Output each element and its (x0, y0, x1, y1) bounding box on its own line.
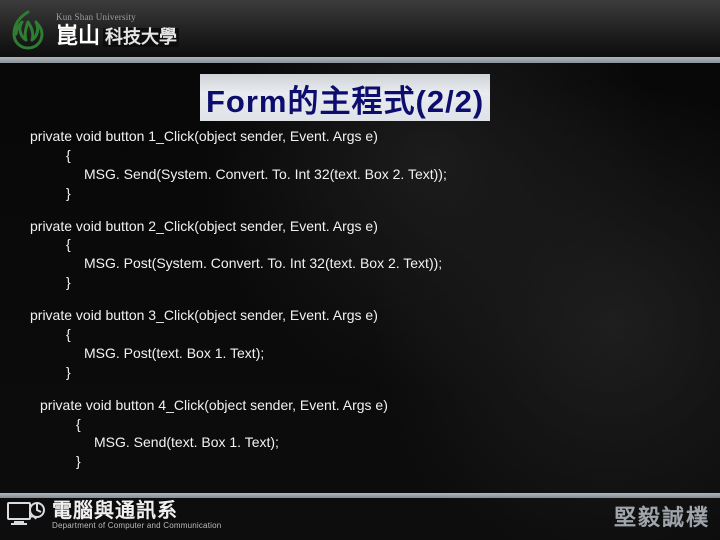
statement: MSG. Send(text. Box 1. Text); (40, 433, 720, 452)
header: Kun Shan University 崑山 科技大學 (0, 0, 720, 62)
method-signature: private void button 4_Click(object sende… (40, 396, 720, 415)
code-block-3: private void button 3_Click(object sende… (30, 306, 720, 382)
statement: MSG. Send(System. Convert. To. Int 32(te… (30, 165, 720, 184)
motto: 堅毅誠樸 (614, 500, 710, 532)
brace-close: } (30, 273, 720, 292)
code-area: private void button 1_Click(object sende… (0, 127, 720, 471)
university-name-en: Kun Shan University (56, 13, 179, 22)
statement: MSG. Post(System. Convert. To. Int 32(te… (30, 254, 720, 273)
department-name-en: Department of Computer and Communication (52, 522, 221, 530)
code-block-4: private void button 4_Click(object sende… (30, 396, 720, 472)
brace-open: { (30, 235, 720, 254)
brace-open: { (40, 415, 720, 434)
slide-title: Form的主程式(2/2) (200, 74, 490, 121)
university-logo-block: Kun Shan University 崑山 科技大學 (6, 8, 179, 52)
code-block-2: private void button 2_Click(object sende… (30, 217, 720, 293)
university-name-cn-rest: 科技大學 (103, 28, 179, 47)
header-divider (0, 57, 720, 63)
department-block: 電腦與通訊系 Department of Computer and Commun… (6, 497, 221, 536)
department-name-cn: 電腦與通訊系 (52, 501, 221, 522)
footer: 電腦與通訊系 Department of Computer and Commun… (0, 494, 720, 540)
department-logo-icon (6, 497, 46, 536)
university-logo-text: Kun Shan University 崑山 科技大學 (56, 13, 179, 47)
brace-open: { (30, 325, 720, 344)
method-signature: private void button 1_Click(object sende… (30, 127, 720, 146)
university-logo-icon (6, 8, 50, 52)
brace-close: } (30, 363, 720, 382)
university-name-cn-bold: 崑山 (56, 24, 100, 47)
brace-close: } (40, 452, 720, 471)
brace-close: } (30, 184, 720, 203)
brace-open: { (30, 146, 720, 165)
method-signature: private void button 3_Click(object sende… (30, 306, 720, 325)
statement: MSG. Post(text. Box 1. Text); (30, 344, 720, 363)
method-signature: private void button 2_Click(object sende… (30, 217, 720, 236)
code-block-1: private void button 1_Click(object sende… (30, 127, 720, 203)
